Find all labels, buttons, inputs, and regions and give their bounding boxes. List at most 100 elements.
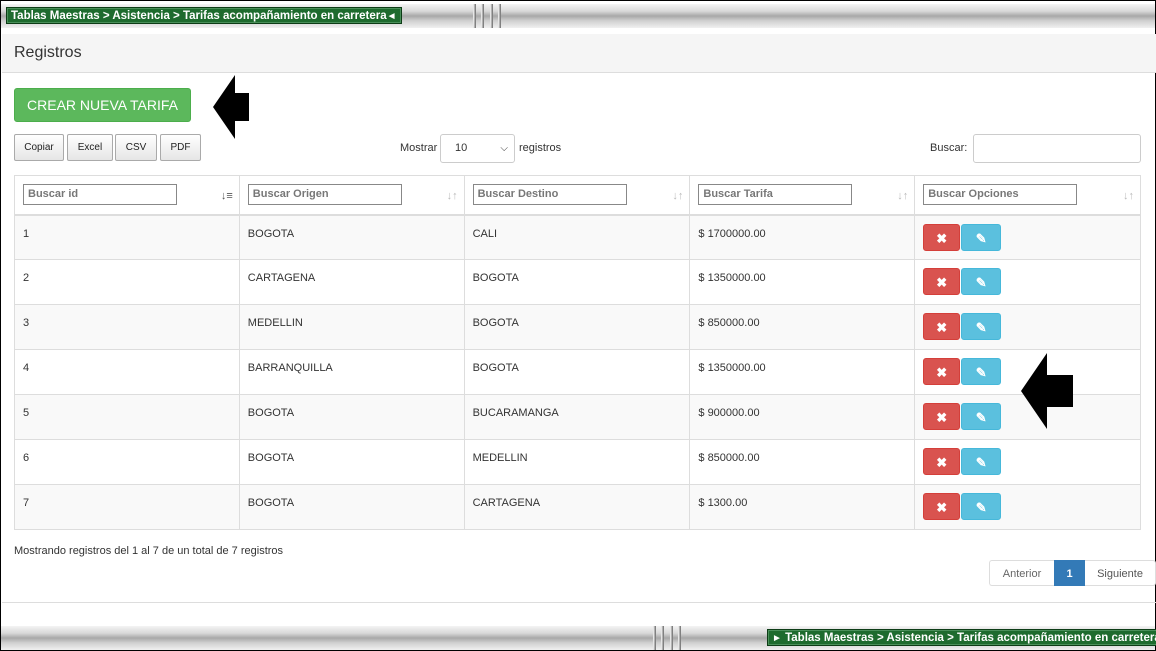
- annotation-arrow-left-icon: [1021, 353, 1073, 429]
- cell-tarifa: $ 900000.00: [689, 394, 916, 440]
- grip-handle[interactable]: [647, 626, 687, 650]
- cell-destino: BOGOTA: [463, 259, 691, 305]
- table-header-row: Buscar id ↓≡ Buscar Origen ↓↑ Buscar Des…: [14, 175, 1141, 216]
- sort-asc-icon[interactable]: ↓≡: [221, 190, 233, 202]
- table-row: 3 MEDELLIN BOGOTA $ 850000.00 ✖ ✎: [14, 304, 1141, 350]
- pencil-square-icon: ✎: [975, 365, 987, 380]
- edit-button[interactable]: ✎: [961, 223, 1002, 251]
- delete-button[interactable]: ✖: [923, 403, 961, 430]
- expand-right-icon[interactable]: ►: [772, 633, 782, 644]
- delete-button[interactable]: ✖: [923, 448, 961, 475]
- edit-button[interactable]: ✎: [961, 268, 1002, 295]
- excel-button[interactable]: Excel: [67, 134, 113, 161]
- delete-button[interactable]: ✖: [923, 493, 961, 520]
- delete-button[interactable]: ✖: [923, 358, 961, 385]
- pencil-square-icon: ✎: [975, 320, 987, 335]
- cell-id: 3: [14, 304, 240, 350]
- delete-button[interactable]: ✖: [923, 223, 961, 251]
- edit-button[interactable]: ✎: [961, 313, 1002, 340]
- edit-button[interactable]: ✎: [961, 403, 1002, 430]
- length-label-after: registros: [519, 142, 562, 154]
- search-input[interactable]: [973, 134, 1141, 163]
- length-label-before: Mostrar: [400, 142, 438, 154]
- breadcrumb-text: Tablas Maestras > Asistencia > Tarifas a…: [11, 10, 387, 22]
- page-title: Registros: [14, 44, 82, 61]
- cell-origen: MEDELLIN: [238, 304, 465, 350]
- delete-button[interactable]: ✖: [923, 268, 961, 295]
- cell-opciones: ✖ ✎: [914, 484, 1141, 530]
- cell-id: 7: [14, 484, 240, 530]
- delete-button[interactable]: ✖: [923, 313, 961, 340]
- search-label: Buscar:: [930, 142, 968, 154]
- cell-tarifa: $ 850000.00: [689, 304, 916, 350]
- times-icon: ✖: [936, 455, 948, 470]
- sort-icon[interactable]: ↓↑: [447, 190, 458, 202]
- cell-id: 2: [14, 259, 240, 305]
- times-icon: ✖: [936, 365, 948, 380]
- page-length-value: 10: [455, 142, 468, 154]
- top-toolbar: Tablas Maestras > Asistencia > Tarifas a…: [1, 4, 1155, 28]
- cell-tarifa: $ 1300.00: [689, 484, 916, 530]
- cell-opciones: ✖ ✎: [914, 214, 1141, 260]
- pagination-next[interactable]: Siguiente: [1085, 560, 1156, 586]
- pagination-page-1[interactable]: 1: [1054, 560, 1085, 586]
- cell-origen: BOGOTA: [238, 439, 465, 485]
- cell-id: 1: [14, 214, 240, 260]
- cell-destino: BUCARAMANGA: [463, 394, 691, 440]
- grip-handle[interactable]: [467, 4, 507, 28]
- panel-footer-divider: [2, 602, 1156, 603]
- bottom-toolbar: ► Tablas Maestras > Asistencia > Tarifas…: [1, 626, 1156, 650]
- annotation-arrow-left-icon: [213, 75, 249, 139]
- column-header-destino[interactable]: Buscar Destino ↓↑: [463, 175, 691, 216]
- create-tarifa-button[interactable]: CREAR NUEVA TARIFA: [14, 88, 191, 122]
- table-row: 1 BOGOTA CALI $ 1700000.00 ✖ ✎: [14, 214, 1141, 260]
- cell-opciones: ✖ ✎: [914, 259, 1141, 305]
- filter-id-input[interactable]: Buscar id: [23, 184, 177, 205]
- breadcrumb-bottom[interactable]: ► Tablas Maestras > Asistencia > Tarifas…: [767, 629, 1156, 646]
- panel-heading: Registros: [2, 34, 1156, 73]
- cell-destino: CARTAGENA: [463, 484, 691, 530]
- column-header-id[interactable]: Buscar id ↓≡: [14, 175, 240, 216]
- times-icon: ✖: [936, 275, 948, 290]
- breadcrumb-top[interactable]: Tablas Maestras > Asistencia > Tarifas a…: [6, 7, 402, 24]
- sort-icon[interactable]: ↓↑: [1123, 190, 1134, 202]
- cell-origen: BARRANQUILLA: [238, 349, 465, 395]
- filter-origen-input[interactable]: Buscar Origen: [247, 184, 402, 205]
- filter-tarifa-input[interactable]: Buscar Tarifa: [698, 184, 853, 205]
- pagination-prev[interactable]: Anterior: [989, 560, 1054, 586]
- table-row: 2 CARTAGENA BOGOTA $ 1350000.00 ✖ ✎: [14, 259, 1141, 305]
- cell-origen: CARTAGENA: [238, 259, 465, 305]
- cell-tarifa: $ 1350000.00: [689, 349, 916, 395]
- edit-button[interactable]: ✎: [961, 358, 1002, 385]
- cell-origen: BOGOTA: [238, 484, 465, 530]
- csv-button[interactable]: CSV: [115, 134, 157, 161]
- pencil-square-icon: ✎: [975, 455, 987, 470]
- sort-icon[interactable]: ↓↑: [897, 190, 908, 202]
- times-icon: ✖: [936, 230, 948, 246]
- column-header-opciones[interactable]: Buscar Opciones ↓↑: [914, 175, 1141, 216]
- edit-button[interactable]: ✎: [961, 448, 1002, 475]
- tarifas-table: Buscar id ↓≡ Buscar Origen ↓↑ Buscar Des…: [14, 175, 1141, 530]
- edit-button[interactable]: ✎: [961, 493, 1002, 520]
- pagination: Anterior 1 Siguiente: [989, 560, 1156, 586]
- filter-opciones-input[interactable]: Buscar Opciones: [923, 184, 1078, 205]
- pencil-square-icon: ✎: [975, 500, 987, 515]
- column-header-tarifa[interactable]: Buscar Tarifa ↓↑: [689, 175, 916, 216]
- cell-tarifa: $ 850000.00: [689, 439, 916, 485]
- cell-id: 4: [14, 349, 240, 395]
- times-icon: ✖: [936, 320, 948, 335]
- cell-tarifa: $ 1700000.00: [689, 214, 916, 260]
- cell-origen: BOGOTA: [238, 214, 465, 260]
- collapse-left-icon[interactable]: ◄: [387, 11, 397, 22]
- column-header-origen[interactable]: Buscar Origen ↓↑: [238, 175, 465, 216]
- table-row: 4 BARRANQUILLA BOGOTA $ 1350000.00 ✖ ✎: [14, 349, 1141, 395]
- breadcrumb-text: Tablas Maestras > Asistencia > Tarifas a…: [785, 632, 1156, 644]
- cell-destino: BOGOTA: [463, 349, 691, 395]
- sort-icon[interactable]: ↓↑: [672, 190, 683, 202]
- table-row: 6 BOGOTA MEDELLIN $ 850000.00 ✖ ✎: [14, 439, 1141, 485]
- filter-destino-input[interactable]: Buscar Destino: [472, 184, 627, 205]
- page-length-select[interactable]: 10 ⌵: [440, 134, 515, 163]
- cell-tarifa: $ 1350000.00: [689, 259, 916, 305]
- pdf-button[interactable]: PDF: [160, 134, 201, 161]
- copy-button[interactable]: Copiar: [14, 134, 64, 161]
